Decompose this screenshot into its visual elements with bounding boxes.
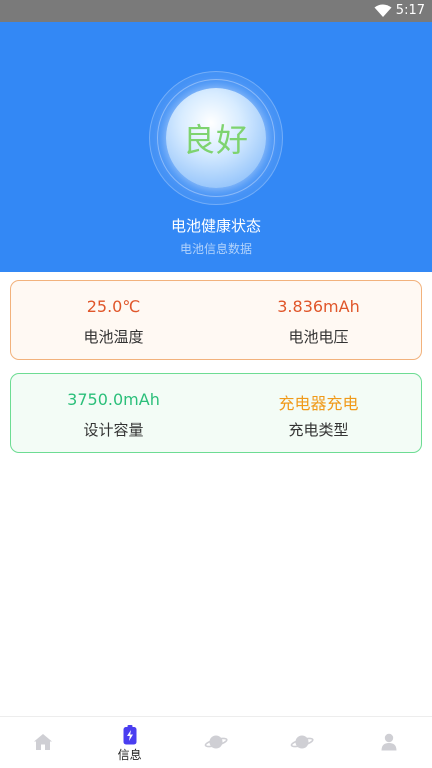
- nav-item-discover[interactable]: [173, 717, 259, 768]
- planet-icon: [204, 735, 228, 749]
- battery-icon: [123, 725, 137, 745]
- charge-type-label: 充电类型: [288, 421, 349, 439]
- capacity-cell: 3750.0mAh 设计容量: [11, 374, 216, 452]
- voltage-cell: 3.836mAh 电池电压: [216, 281, 421, 359]
- health-orb: 良好: [166, 88, 266, 188]
- battery-health-header: 良好 电池健康状态 电池信息数据: [0, 22, 432, 272]
- home-icon: [34, 734, 53, 750]
- temperature-label: 电池温度: [83, 328, 144, 346]
- wifi-icon: [374, 4, 392, 17]
- nav-item-profile[interactable]: [346, 717, 432, 768]
- capacity-charge-card: 3750.0mAh 设计容量 充电器充电 充电类型: [10, 373, 422, 453]
- nav-item-explore[interactable]: [259, 717, 345, 768]
- planet-icon: [291, 735, 315, 749]
- temperature-voltage-card: 25.0℃ 电池温度 3.836mAh 电池电压: [10, 280, 422, 360]
- health-subtitle: 电池信息数据: [179, 242, 252, 256]
- voltage-label: 电池电压: [288, 328, 349, 346]
- charge-type-cell: 充电器充电 充电类型: [216, 374, 421, 452]
- user-icon: [381, 733, 397, 751]
- capacity-label: 设计容量: [83, 421, 144, 439]
- bottom-nav: 信息: [0, 716, 432, 768]
- capacity-value: 3750.0mAh: [67, 390, 160, 409]
- temperature-value: 25.0℃: [86, 297, 141, 316]
- charge-type-value: 充电器充电: [278, 394, 359, 413]
- status-bar: 5:17: [0, 0, 432, 22]
- nav-item-home[interactable]: [0, 717, 86, 768]
- nav-item-info[interactable]: 信息: [86, 717, 172, 768]
- health-status: 良好: [182, 121, 249, 159]
- health-title: 电池健康状态: [170, 217, 261, 235]
- voltage-value: 3.836mAh: [277, 297, 360, 316]
- nav-label-info: 信息: [117, 748, 142, 762]
- temperature-cell: 25.0℃ 电池温度: [11, 281, 216, 359]
- status-time: 5:17: [395, 3, 425, 18]
